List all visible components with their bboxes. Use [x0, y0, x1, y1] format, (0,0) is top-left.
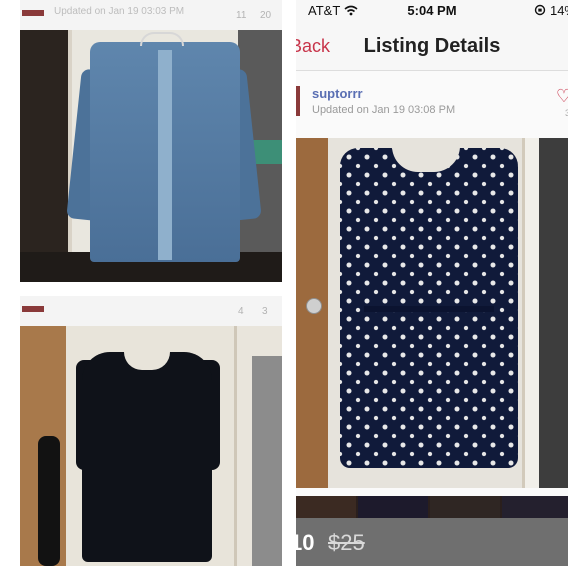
seller-avatar — [22, 306, 44, 312]
comment-count: 11 — [236, 10, 247, 21]
hanger-icon — [140, 32, 184, 46]
thumbnail[interactable] — [502, 496, 568, 518]
listing-tile-denim-shirt[interactable]: Updated on Jan 19 03:03 PM 11 20 — [20, 0, 282, 282]
listing-photo[interactable] — [20, 30, 282, 282]
listing-details-screen: AT&T 5:04 PM 14% Back Listing Details su… — [296, 0, 568, 566]
thumbnail[interactable] — [296, 496, 356, 518]
hanging-scarf — [38, 436, 60, 566]
current-price: 10 — [296, 530, 315, 555]
comment-count: 4 — [238, 306, 244, 317]
listing-header-strip: Updated on Jan 19 03:03 PM 11 20 — [20, 0, 282, 31]
battery-indicator: 14% — [534, 3, 568, 18]
original-price: $25 — [328, 530, 365, 555]
thumbnail[interactable] — [358, 496, 428, 518]
like-count: 3 — [564, 108, 568, 118]
listing-header-strip: 4 3 — [20, 296, 282, 327]
seller-row: suptorrr Updated on Jan 19 03:08 PM ♡ 3 — [296, 80, 568, 126]
listing-tile-black-dress[interactable]: 4 3 — [20, 296, 282, 566]
like-count: 3 — [262, 306, 268, 317]
door — [296, 138, 328, 488]
door — [20, 30, 68, 260]
door-knob — [306, 298, 322, 314]
closet-interior — [539, 138, 568, 488]
nav-bar: Back Listing Details — [296, 22, 568, 71]
thumbnail[interactable] — [430, 496, 500, 518]
photo-thumbnail-strip[interactable] — [296, 496, 568, 518]
listing-photo[interactable] — [296, 138, 568, 488]
seller-username[interactable]: suptorrr — [312, 86, 363, 101]
closet-shelf — [252, 356, 282, 566]
rotation-lock-icon — [535, 4, 546, 16]
page-title: Listing Details — [363, 35, 501, 57]
black-dress — [82, 352, 212, 562]
seller-avatar[interactable] — [296, 86, 300, 116]
status-bar: AT&T 5:04 PM 14% — [296, 0, 568, 22]
updated-timestamp: Updated on Jan 19 03:08 PM — [312, 104, 456, 116]
like-count: 20 — [260, 10, 272, 21]
shirt-placket — [158, 50, 172, 260]
price-bar: 10 $25 — [296, 518, 568, 566]
battery-percent: 14% — [549, 3, 568, 18]
listing-photo[interactable] — [20, 326, 282, 566]
dress-waist — [364, 306, 494, 312]
wall-trim — [68, 30, 72, 282]
closet — [522, 138, 568, 488]
status-time: 5:04 PM — [407, 3, 457, 18]
seller-avatar — [22, 10, 44, 16]
updated-timestamp: Updated on Jan 19 03:03 PM — [54, 6, 185, 17]
heart-icon[interactable]: ♡ — [556, 86, 568, 107]
